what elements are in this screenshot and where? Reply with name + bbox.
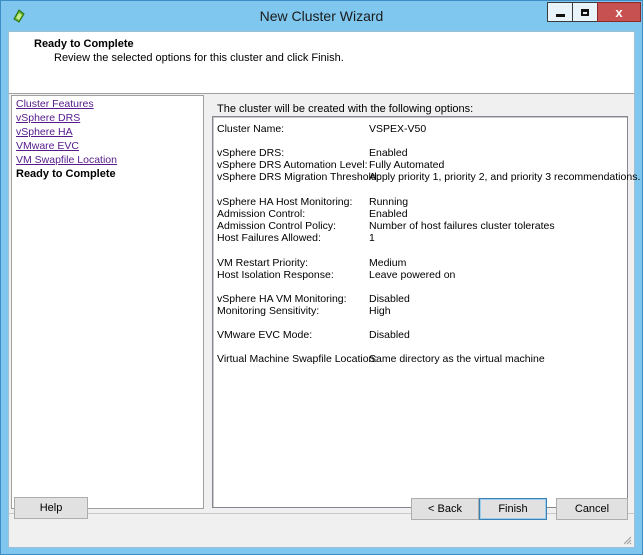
summary-value: VSPEX-V50 bbox=[369, 123, 427, 135]
summary-label: VM Restart Priority: bbox=[217, 257, 309, 269]
summary-label: Virtual Machine Swapfile Location: bbox=[217, 353, 378, 365]
summary-label: Host Failures Allowed: bbox=[217, 232, 321, 244]
close-button[interactable]: x bbox=[597, 2, 641, 22]
summary-label: vSphere HA VM Monitoring: bbox=[217, 293, 347, 305]
cancel-button[interactable]: Cancel bbox=[556, 498, 628, 520]
summary-value: Leave powered on bbox=[369, 269, 456, 281]
summary-value: High bbox=[369, 305, 391, 317]
summary-value: Disabled bbox=[369, 293, 410, 305]
wizard-window: New Cluster Wizard x Ready to Complete R… bbox=[0, 0, 643, 555]
summary-label: Cluster Name: bbox=[217, 123, 285, 135]
wizard-steps-nav: Cluster Features vSphere DRS vSphere HA … bbox=[11, 95, 204, 509]
summary-value: Enabled bbox=[369, 208, 408, 220]
nav-step-vmware-evc[interactable]: VMware EVC bbox=[16, 139, 117, 153]
summary-label: Monitoring Sensitivity: bbox=[217, 305, 320, 317]
summary-value: Number of host failures cluster tolerate… bbox=[369, 220, 555, 232]
summary-value: 1 bbox=[369, 232, 375, 244]
summary-label: Host Isolation Response: bbox=[217, 269, 334, 281]
summary-label: vSphere DRS Automation Level: bbox=[217, 159, 368, 171]
summary-value: Same directory as the virtual machine bbox=[369, 353, 545, 365]
summary-label: VMware EVC Mode: bbox=[217, 329, 313, 341]
maximize-icon bbox=[581, 8, 589, 16]
page-subtitle: Review the selected options for this clu… bbox=[54, 52, 344, 64]
summary-value: Enabled bbox=[369, 147, 408, 159]
summary-intro: The cluster will be created with the fol… bbox=[217, 103, 474, 115]
close-icon: x bbox=[615, 4, 623, 20]
back-button[interactable]: < Back bbox=[411, 498, 479, 520]
summary-label: vSphere DRS: bbox=[217, 147, 285, 159]
summary-value: Medium bbox=[369, 257, 407, 269]
summary-value: Fully Automated bbox=[369, 159, 445, 171]
summary-value: Running bbox=[369, 196, 409, 208]
summary-label: vSphere HA Host Monitoring: bbox=[217, 196, 353, 208]
summary-label: Admission Control: bbox=[217, 208, 306, 220]
maximize-button[interactable] bbox=[572, 2, 598, 22]
nav-step-ready-to-complete: Ready to Complete bbox=[16, 168, 116, 180]
minimize-button[interactable] bbox=[547, 2, 573, 22]
summary-label: Admission Control Policy: bbox=[217, 220, 337, 232]
summary-value: Apply priority 1, priority 2, and priori… bbox=[369, 171, 641, 183]
page-title: Ready to Complete bbox=[34, 38, 134, 50]
wizard-header: Ready to Complete Review the selected op… bbox=[9, 32, 634, 94]
finish-button[interactable]: Finish bbox=[479, 498, 547, 520]
summary-panel[interactable]: Cluster Name: VSPEX-V50 vSphere DRS: Ena… bbox=[212, 116, 640, 508]
summary-label: vSphere DRS Migration Threshold: bbox=[217, 171, 380, 183]
resize-grip-icon[interactable] bbox=[622, 535, 632, 545]
title-bar[interactable]: New Cluster Wizard x bbox=[1, 1, 642, 31]
nav-step-vsphere-ha[interactable]: vSphere HA bbox=[16, 125, 117, 139]
summary-value: Disabled bbox=[369, 329, 410, 341]
window-title: New Cluster Wizard bbox=[259, 8, 384, 24]
help-button[interactable]: Help bbox=[14, 497, 88, 519]
wizard-body: Ready to Complete Review the selected op… bbox=[8, 31, 640, 548]
minimize-icon bbox=[555, 13, 565, 17]
nav-step-cluster-features[interactable]: Cluster Features bbox=[16, 97, 117, 111]
nav-step-vm-swapfile-location[interactable]: VM Swapfile Location bbox=[16, 153, 117, 167]
nav-step-vsphere-drs[interactable]: vSphere DRS bbox=[16, 111, 117, 125]
